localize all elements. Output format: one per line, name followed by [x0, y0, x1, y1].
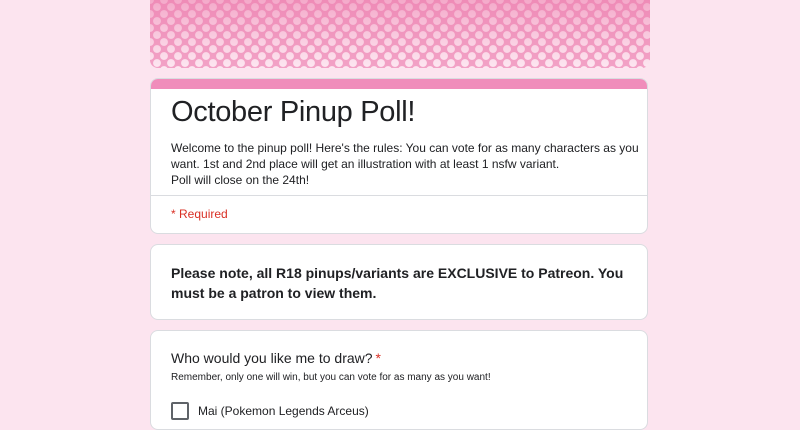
option-label: Mai (Pokemon Legends Arceus)	[198, 404, 369, 418]
title-card-divider	[151, 195, 647, 196]
header-banner	[150, 0, 650, 68]
question-card: Who would you like me to draw? * Remember…	[150, 330, 648, 430]
form-description-line: Welcome to the pinup poll! Here's the ru…	[171, 141, 639, 155]
option-mai[interactable]: Mai (Pokemon Legends Arceus)	[171, 401, 369, 421]
question-help-text: Remember, only one will win, but you can…	[171, 372, 491, 383]
form-description-line: want. 1st and 2nd place will get an illu…	[171, 157, 560, 171]
title-card-accent-bar	[151, 79, 647, 89]
required-note: * Required	[171, 207, 228, 221]
form-title: October Pinup Poll!	[171, 96, 416, 128]
option-checkbox[interactable]	[171, 402, 189, 420]
question-title-text: Who would you like me to draw?	[171, 350, 373, 366]
notice-card: Please note, all R18 pinups/variants are…	[150, 244, 648, 320]
required-asterisk: *	[375, 350, 381, 366]
form-description: Welcome to the pinup poll! Here's the ru…	[171, 140, 639, 188]
form-description-line: Poll will close on the 24th!	[171, 173, 310, 187]
question-title: Who would you like me to draw? *	[171, 350, 381, 366]
form-title-card: October Pinup Poll! Welcome to the pinup…	[150, 78, 648, 234]
patreon-notice-text: Please note, all R18 pinups/variants are…	[171, 265, 624, 301]
